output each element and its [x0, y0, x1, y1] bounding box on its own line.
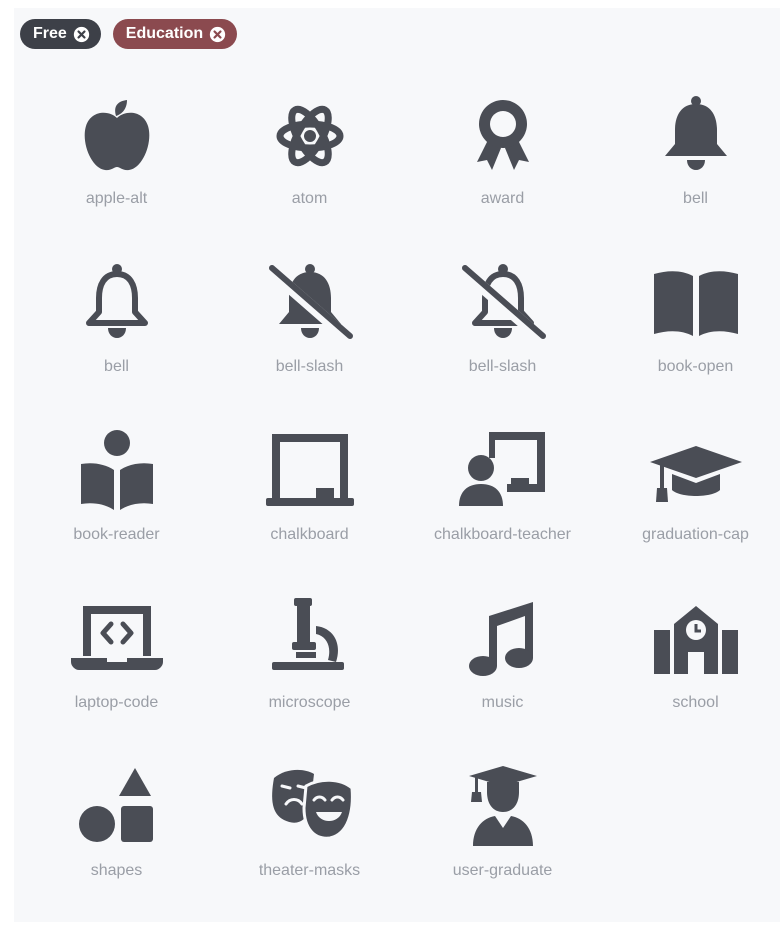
icon-name-label: laptop-code: [74, 694, 159, 711]
music-icon: [468, 602, 533, 676]
chalkboard-icon: [265, 434, 354, 506]
icon-name-label: graduation-cap: [642, 526, 749, 543]
active-filters: Free Education: [20, 19, 238, 49]
icon-name-label: bell: [683, 190, 708, 207]
icon-name-label: bell-slash: [275, 358, 344, 375]
icon-name-label: book-open: [657, 358, 734, 375]
microscope-icon: [271, 598, 344, 670]
icon-name-label: book-reader: [73, 526, 160, 543]
icon-tile-shapes[interactable]: shapes: [20, 760, 213, 928]
icon-name-label: atom: [291, 190, 328, 207]
icon-name-label: award: [480, 190, 525, 207]
bell-solid-icon: [664, 96, 727, 170]
close-circle-icon[interactable]: [209, 26, 226, 43]
book-open-icon: [653, 271, 738, 336]
book-reader-icon: [80, 430, 153, 510]
close-circle-icon[interactable]: [73, 26, 90, 43]
icon-name-label: music: [481, 694, 524, 711]
icon-tile-theater-masks[interactable]: theater-masks: [213, 760, 406, 928]
filter-chip-free[interactable]: Free: [20, 19, 101, 49]
icon-name-label: apple-alt: [85, 190, 148, 207]
filter-chip-label: Education: [125, 25, 204, 42]
icon-name-label: shapes: [90, 862, 143, 879]
chalkboard-teacher-icon: [458, 432, 545, 506]
icon-name-label: chalkboard: [270, 526, 349, 543]
icon-tile-microscope[interactable]: microscope: [213, 592, 406, 760]
icon-tile-book-open[interactable]: book-open: [599, 256, 780, 424]
icon-tile-chalkboard[interactable]: chalkboard: [213, 424, 406, 592]
icon-name-label: theater-masks: [258, 862, 361, 879]
icon-tile-bell[interactable]: bell: [20, 256, 213, 424]
shapes-icon: [78, 768, 153, 842]
apple-icon: [84, 100, 149, 171]
atom-icon: [276, 105, 343, 167]
icon-tile-music[interactable]: music: [406, 592, 599, 760]
icon-tile-award[interactable]: award: [406, 88, 599, 256]
bell-slash-outline-icon: [460, 264, 547, 344]
award-icon: [476, 100, 529, 170]
icon-tile-bell[interactable]: bell: [599, 88, 780, 256]
icon-tile-graduation-cap[interactable]: graduation-cap: [599, 424, 780, 592]
icon-tile-user-graduate[interactable]: user-graduate: [406, 760, 599, 928]
theater-masks-icon: [271, 769, 354, 840]
icon-tile-bell-slash[interactable]: bell-slash: [213, 256, 406, 424]
laptop-code-icon: [70, 606, 163, 670]
icon-name-label: school: [672, 694, 719, 711]
bell-slash-solid-icon: [267, 264, 354, 344]
icon-tile-bell-slash[interactable]: bell-slash: [406, 256, 599, 424]
icon-grid: apple-alt atom award bell bell bell-slas…: [20, 88, 780, 928]
icon-name-label: bell-slash: [468, 358, 537, 375]
filter-chip-label: Free: [33, 25, 67, 42]
icon-tile-atom[interactable]: atom: [213, 88, 406, 256]
icon-name-label: microscope: [268, 694, 351, 711]
icon-tile-laptop-code[interactable]: laptop-code: [20, 592, 213, 760]
icon-name-label: user-graduate: [452, 862, 553, 879]
icon-name-label: chalkboard-teacher: [434, 526, 571, 543]
bell-outline-icon: [85, 264, 148, 338]
school-icon: [653, 606, 738, 674]
icon-name-label: bell: [104, 358, 129, 375]
graduation-cap-icon: [649, 446, 742, 502]
icon-tile-book-reader[interactable]: book-reader: [20, 424, 213, 592]
icon-tile-school[interactable]: school: [599, 592, 780, 760]
icon-tile-chalkboard-teacher[interactable]: chalkboard-teacher: [406, 424, 599, 592]
filter-chip-education[interactable]: Education: [112, 19, 238, 49]
user-graduate-icon: [468, 766, 537, 846]
icon-tile-apple-alt[interactable]: apple-alt: [20, 88, 213, 256]
